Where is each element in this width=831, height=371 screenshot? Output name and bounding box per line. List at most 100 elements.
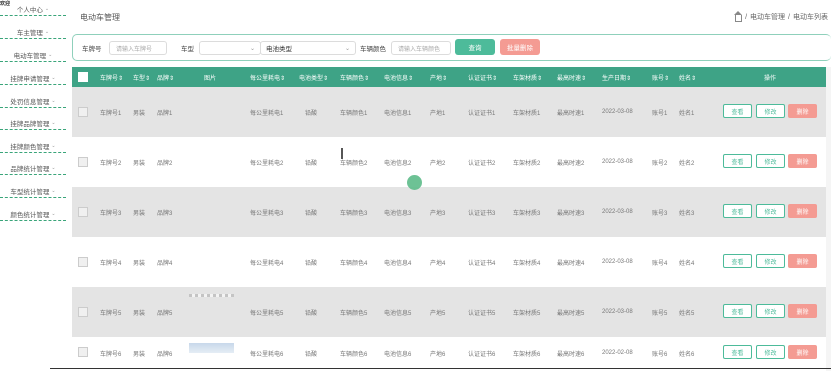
- cell-speed: 最高时速5: [557, 310, 585, 317]
- cell-power: 每公里耗电4: [250, 260, 284, 267]
- sidebar-item-plate-color[interactable]: 挂牌颜色管理 ⌄: [0, 139, 66, 153]
- col-battery-info[interactable]: 电池信息⇕: [384, 67, 413, 87]
- cell-speed: 最高时速3: [557, 210, 585, 217]
- cell-power: 每公里耗电2: [250, 160, 284, 167]
- cell-cert: 认证证书6: [468, 351, 496, 358]
- color-input[interactable]: 请输入车辆颜色: [391, 41, 451, 55]
- sidebar-item-brand-stats[interactable]: 品牌统计管理 ⌄: [0, 161, 66, 175]
- search-button[interactable]: 查询: [455, 39, 495, 55]
- delete-button[interactable]: 删除: [788, 154, 817, 168]
- delete-button[interactable]: 删除: [788, 204, 817, 218]
- col-account[interactable]: 账号⇕: [652, 67, 669, 87]
- plate-input[interactable]: 请输入车牌号: [109, 41, 167, 55]
- cell-cert: 认证证书1: [468, 110, 496, 117]
- sidebar-item-ebike[interactable]: 电动车管理 ⌄: [0, 48, 66, 62]
- text-cursor-icon: [341, 148, 343, 159]
- chevron-down-icon: ⌄: [51, 164, 56, 171]
- delete-button[interactable]: 删除: [788, 254, 817, 268]
- model-select[interactable]: ⌄: [199, 41, 261, 55]
- cell-brand: 品牌2: [157, 160, 173, 167]
- cell-battery-type: 铅酸: [305, 110, 318, 117]
- edit-button[interactable]: 修改: [756, 254, 785, 268]
- batch-delete-button[interactable]: 批量删除: [500, 39, 540, 55]
- breadcrumb-sep: /: [788, 13, 790, 21]
- plate-label: 车牌号: [82, 45, 102, 53]
- edit-button[interactable]: 修改: [756, 345, 785, 359]
- cell-model: 男装: [133, 260, 146, 267]
- cell-frame: 车架材质4: [513, 260, 541, 267]
- cell-color: 车辆颜色4: [340, 260, 368, 267]
- cell-origin: 产地4: [430, 260, 446, 267]
- table-row: 车牌号1 男装 品牌1 每公里耗电1 铅酸 车辆颜色1 电池信息1 产地1 认证…: [72, 87, 831, 137]
- chevron-down-icon: ⌄: [44, 5, 50, 12]
- sidebar-item-plate-brand[interactable]: 挂牌品牌管理 ⌄: [0, 116, 66, 130]
- cell-date: 2022-03-08: [602, 309, 633, 315]
- view-button[interactable]: 查看: [723, 204, 752, 218]
- sidebar-item-personal-center[interactable]: 个人中心 ⌄: [0, 2, 66, 16]
- col-date[interactable]: 生产日期⇕: [602, 67, 631, 87]
- cell-account: 账号4: [652, 260, 668, 267]
- col-speed[interactable]: 最高时速⇕: [557, 67, 586, 87]
- delete-button[interactable]: 删除: [788, 104, 817, 118]
- row-checkbox[interactable]: [78, 257, 88, 267]
- color-label: 车辆颜色: [360, 45, 386, 53]
- view-button[interactable]: 查看: [723, 345, 752, 359]
- view-button[interactable]: 查看: [723, 304, 752, 318]
- battery-type-select[interactable]: 电池类型 ⌄: [260, 41, 356, 55]
- chevron-down-icon: ⌄: [51, 74, 56, 81]
- cell-date: 2022-03-08: [602, 209, 633, 215]
- delete-button[interactable]: 删除: [788, 304, 817, 318]
- col-image: 图片: [204, 75, 217, 82]
- view-button[interactable]: 查看: [723, 154, 752, 168]
- col-actions: 操作: [764, 75, 777, 82]
- cell-plate: 车牌号5: [100, 310, 122, 317]
- col-name[interactable]: 姓名⇕: [679, 67, 696, 87]
- row-checkbox[interactable]: [78, 107, 88, 117]
- row-checkbox[interactable]: [78, 157, 88, 167]
- col-color[interactable]: 车辆颜色⇕: [340, 67, 369, 87]
- row-checkbox[interactable]: [78, 207, 88, 217]
- col-brand[interactable]: 品牌⇕: [157, 67, 174, 87]
- row-checkbox[interactable]: [78, 347, 88, 357]
- sidebar-item-plate-application[interactable]: 挂牌申请管理 ⌄: [0, 71, 66, 85]
- sidebar-item-owner[interactable]: 车主管理 ⌄: [0, 25, 66, 39]
- col-power[interactable]: 每公里耗电⇕: [250, 67, 285, 87]
- cell-battery-type: 铅酸: [305, 310, 318, 317]
- cell-color: 车辆颜色5: [340, 310, 368, 317]
- edit-button[interactable]: 修改: [756, 104, 785, 118]
- delete-button[interactable]: 删除: [788, 345, 817, 359]
- select-all-checkbox[interactable]: [78, 72, 88, 82]
- edit-button[interactable]: 修改: [756, 204, 785, 218]
- breadcrumb-item-ebike-management[interactable]: 电动车管理: [750, 12, 785, 22]
- sidebar-item-model-stats[interactable]: 车型统计管理 ⌄: [0, 184, 66, 198]
- edit-button[interactable]: 修改: [756, 154, 785, 168]
- home-icon[interactable]: [734, 10, 743, 22]
- view-button[interactable]: 查看: [723, 254, 752, 268]
- cell-color: 车辆颜色1: [340, 110, 368, 117]
- cell-frame: 车架材质2: [513, 160, 541, 167]
- cell-name: 姓名2: [679, 160, 695, 167]
- cell-name: 姓名6: [679, 351, 695, 358]
- col-battery-type[interactable]: 电池类型⇕: [299, 67, 328, 87]
- view-button[interactable]: 查看: [723, 104, 752, 118]
- col-cert[interactable]: 认证证书⇕: [468, 67, 497, 87]
- edit-button[interactable]: 修改: [756, 304, 785, 318]
- chevron-down-icon: ⌄: [48, 51, 53, 58]
- breadcrumb-item-ebike-list: 电动车列表: [793, 14, 828, 21]
- col-plate[interactable]: 车牌号⇕: [100, 67, 123, 87]
- row-checkbox[interactable]: [78, 307, 88, 317]
- cell-plate: 车牌号2: [100, 160, 122, 167]
- col-model[interactable]: 车型⇕: [133, 67, 150, 87]
- cell-plate: 车牌号4: [100, 260, 122, 267]
- cell-brand: 品牌6: [157, 351, 173, 358]
- cell-cert: 认证证书2: [468, 160, 496, 167]
- cell-model: 男装: [133, 110, 146, 117]
- cell-frame: 车架材质6: [513, 351, 541, 358]
- col-origin[interactable]: 产地⇕: [430, 67, 447, 87]
- sidebar-item-color-stats[interactable]: 颜色统计管理 ⌄: [0, 207, 66, 221]
- sidebar-item-penalty[interactable]: 处罚信息管理 ⌄: [0, 94, 66, 108]
- col-frame[interactable]: 车架材质⇕: [513, 67, 542, 87]
- scrollbar[interactable]: [826, 67, 831, 371]
- cell-origin: 产地6: [430, 351, 446, 358]
- table-row: 车牌号5 男装 品牌5 每公里耗电5 铅酸 车辆颜色5 电池信息5 产地5 认证…: [72, 287, 831, 337]
